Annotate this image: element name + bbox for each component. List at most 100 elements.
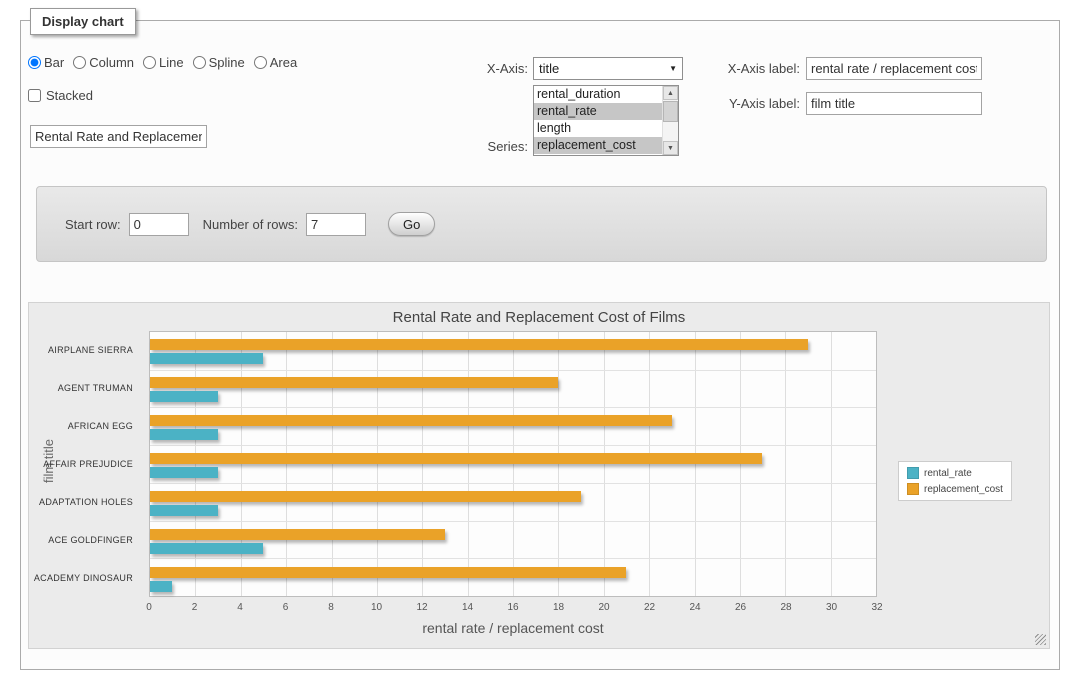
scroll-down-icon[interactable]: ▼	[663, 141, 678, 155]
x-tick-label: 32	[871, 602, 882, 613]
chart-container: Rental Rate and Replacement Cost of Film…	[28, 302, 1050, 649]
bar-replacement-cost	[150, 339, 808, 350]
gridline-vertical	[377, 332, 378, 596]
y-axis-label-input[interactable]	[806, 92, 982, 115]
stacked-checkbox[interactable]	[28, 89, 41, 102]
category-label: AGENT TRUMAN	[29, 369, 141, 407]
scrollbar-thumb[interactable]	[663, 101, 678, 122]
go-button[interactable]: Go	[388, 212, 435, 236]
series-option-length[interactable]: length	[534, 120, 662, 137]
series-multiselect[interactable]: rental_durationrental_ratelengthreplacem…	[533, 85, 679, 156]
row-range-panel: Start row: Number of rows: Go	[36, 186, 1047, 262]
gridline-vertical	[241, 332, 242, 596]
x-tick-label: 2	[192, 602, 198, 613]
chart-type-label-spline: Spline	[209, 55, 245, 70]
gridline-vertical	[740, 332, 741, 596]
x-tick-label: 4	[237, 602, 243, 613]
chart-type-radio-group: Bar Column Line Spline Area	[28, 55, 297, 70]
bar-rental-rate	[150, 467, 218, 478]
chart-type-label-column: Column	[89, 55, 134, 70]
chart-type-option-spline[interactable]: Spline	[193, 55, 245, 70]
chart-type-option-area[interactable]: Area	[254, 55, 297, 70]
x-axis-label: X-Axis:	[430, 61, 528, 77]
x-axis-selected-value: title	[539, 61, 559, 76]
legend-item-rental-rate: rental_rate	[907, 467, 1003, 479]
resize-handle-icon[interactable]	[1035, 634, 1046, 645]
series-option-rental-rate[interactable]: rental_rate	[534, 103, 662, 120]
category-label: AFRICAN EGG	[29, 407, 141, 445]
chart-x-axis-title: rental rate / replacement cost	[149, 620, 877, 636]
bar-replacement-cost	[150, 491, 581, 502]
fieldset-legend: Display chart	[30, 8, 136, 35]
start-row-label: Start row:	[65, 217, 121, 232]
x-tick-label: 22	[644, 602, 655, 613]
bar-replacement-cost	[150, 529, 445, 540]
stacked-option[interactable]: Stacked	[28, 88, 93, 103]
start-row-input[interactable]	[129, 213, 189, 236]
gridline-vertical	[649, 332, 650, 596]
chart-type-radio-spline[interactable]	[193, 56, 206, 69]
category-label: ACADEMY DINOSAUR	[29, 559, 141, 597]
category-axis-labels: AIRPLANE SIERRAAGENT TRUMANAFRICAN EGGAF…	[29, 331, 141, 597]
gridline-horizontal	[150, 483, 876, 484]
chart-type-radio-area[interactable]	[254, 56, 267, 69]
bar-rental-rate	[150, 505, 218, 516]
bar-rental-rate	[150, 353, 263, 364]
chevron-down-icon: ▼	[669, 64, 677, 73]
gridline-horizontal	[150, 407, 876, 408]
gridline-vertical	[604, 332, 605, 596]
x-tick-label: 30	[826, 602, 837, 613]
x-tick-label: 12	[416, 602, 427, 613]
series-options: rental_durationrental_ratelengthreplacem…	[534, 86, 662, 155]
x-axis-ticks: 02468101214161820222426283032	[149, 602, 877, 614]
chart-type-label-bar: Bar	[44, 55, 64, 70]
legend-item-replacement-cost: replacement_cost	[907, 483, 1003, 495]
gridline-horizontal	[150, 445, 876, 446]
chart-type-option-line[interactable]: Line	[143, 55, 184, 70]
legend-label: replacement_cost	[924, 484, 1003, 495]
stacked-label: Stacked	[46, 88, 93, 103]
gridline-horizontal	[150, 370, 876, 371]
chart-legend: rental_rate replacement_cost	[898, 461, 1012, 501]
category-label: AFFAIR PREJUDICE	[29, 445, 141, 483]
category-label: ADAPTATION HOLES	[29, 483, 141, 521]
chart-type-radio-column[interactable]	[73, 56, 86, 69]
bar-rental-rate	[150, 581, 172, 592]
x-axis-select[interactable]: title ▼	[533, 57, 683, 80]
series-label: Series:	[430, 139, 528, 155]
bar-rental-rate	[150, 543, 263, 554]
x-axis-label-caption: X-Axis label:	[690, 61, 800, 77]
chart-type-label-area: Area	[270, 55, 297, 70]
scroll-up-icon[interactable]: ▲	[663, 86, 678, 100]
x-tick-label: 0	[146, 602, 152, 613]
series-scrollbar[interactable]: ▲ ▼	[662, 86, 678, 155]
x-tick-label: 16	[507, 602, 518, 613]
display-chart-page: Display chart Bar Column Line Spline Area St…	[0, 0, 1081, 681]
gridline-vertical	[195, 332, 196, 596]
x-tick-label: 26	[735, 602, 746, 613]
gridline-vertical	[558, 332, 559, 596]
gridline-vertical	[286, 332, 287, 596]
number-of-rows-input[interactable]	[306, 213, 366, 236]
chart-type-label-line: Line	[159, 55, 184, 70]
gridline-vertical	[785, 332, 786, 596]
x-axis-label-input[interactable]	[806, 57, 982, 80]
bar-replacement-cost	[150, 453, 762, 464]
gridline-vertical	[422, 332, 423, 596]
x-tick-label: 6	[283, 602, 289, 613]
series-option-rental-duration[interactable]: rental_duration	[534, 86, 662, 103]
gridline-vertical	[695, 332, 696, 596]
x-tick-label: 24	[689, 602, 700, 613]
chart-title: Rental Rate and Replacement Cost of Film…	[29, 309, 1049, 326]
chart-type-radio-line[interactable]	[143, 56, 156, 69]
gridline-vertical	[513, 332, 514, 596]
bar-rental-rate	[150, 391, 218, 402]
chart-title-input[interactable]	[30, 125, 207, 148]
series-option-replacement-cost[interactable]: replacement_cost	[534, 137, 662, 154]
bar-replacement-cost	[150, 377, 558, 388]
chart-type-option-bar[interactable]: Bar	[28, 55, 64, 70]
chart-type-option-column[interactable]: Column	[73, 55, 134, 70]
x-tick-label: 10	[371, 602, 382, 613]
chart-type-radio-bar[interactable]	[28, 56, 41, 69]
x-tick-label: 18	[553, 602, 564, 613]
